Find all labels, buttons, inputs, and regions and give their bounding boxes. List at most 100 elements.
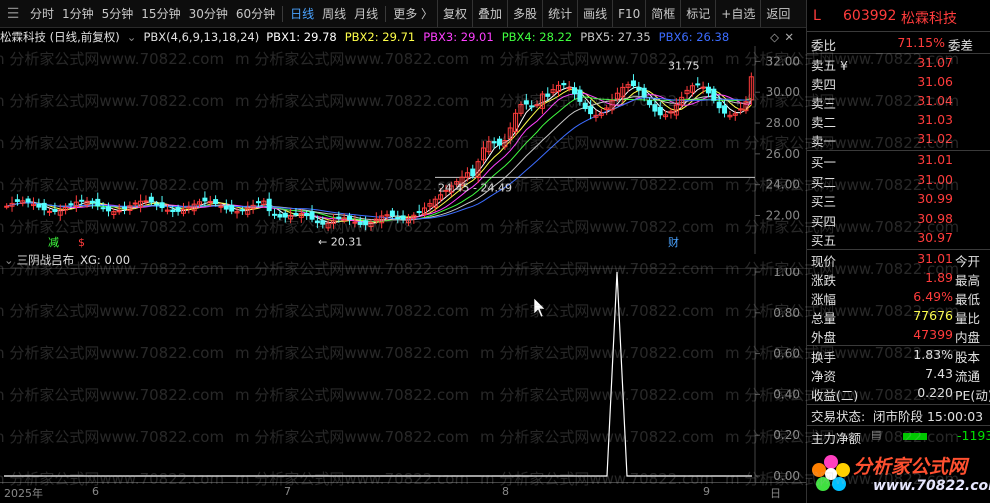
- candle-body: [695, 83, 701, 86]
- candle-body: [282, 212, 288, 218]
- candle-body: [68, 203, 74, 206]
- stock-title: 松霖科技 (日线,前复权): [0, 30, 120, 44]
- pbx-line-4: [6, 96, 752, 222]
- toolbar-item[interactable]: 统计: [542, 0, 577, 27]
- candlestick-chart[interactable]: 32.00 30.00 28.00 26.00 24.00 22.00 31.75 24.45…: [0, 46, 806, 254]
- toolbar-item[interactable]: 月线: [350, 0, 382, 27]
- buy-level-row: 买五 30.97: [811, 230, 953, 248]
- toolbar-item[interactable]: 30分钟: [185, 0, 232, 27]
- candle-body: [218, 205, 224, 208]
- signal-tick-label: 0.40: [773, 387, 800, 401]
- xaxis-label: 7: [284, 485, 291, 498]
- candle-body: [186, 206, 192, 209]
- finance-marker[interactable]: 财: [668, 235, 679, 249]
- candle-body: [347, 215, 353, 220]
- signal-tick-label: 1.00: [773, 268, 800, 279]
- candle-body: [95, 198, 101, 207]
- candle-body: [529, 105, 535, 108]
- period-label[interactable]: 日: [770, 485, 781, 501]
- quote-stat-row: 涨跌 1.89 最高: [811, 270, 981, 288]
- xaxis-label: 9: [703, 485, 710, 498]
- pbx-line-2: [6, 89, 752, 223]
- flower-logo-icon: [812, 455, 850, 491]
- indicator-info-bar: 松霖科技 (日线,前复权) ⌄ PBX(4,6,9,13,18,24) PBX1…: [0, 28, 806, 46]
- toolbar-item[interactable]: 叠加: [472, 0, 507, 27]
- toolbar-left-icon[interactable]: ☰: [0, 6, 26, 22]
- stock-header: L 603992 松霖科技: [807, 8, 990, 32]
- pbx-line-3: [6, 92, 752, 223]
- signal-tick-label: 0.20: [773, 428, 800, 442]
- candle-body: [470, 168, 476, 177]
- candle-body: [309, 211, 315, 220]
- indicator-name[interactable]: PBX(4,6,9,13,18,24): [143, 30, 259, 44]
- toolbar-item[interactable]: 15分钟: [137, 0, 184, 27]
- signal-chart[interactable]: 1.00 0.80 0.60 0.40 0.20 0.00: [0, 268, 806, 482]
- toolbar-item[interactable]: +自选: [715, 0, 760, 27]
- stock-chart-app: ☰ 分时 1分钟 5分钟 15分钟 30分钟 60分钟 日线 周线 月线 更多 〉复权 叠加 多股 统计…: [0, 0, 990, 503]
- quote-panel: L 603992 松霖科技 委比 71.15% 委差 卖五 ¥31.07 卖四 31…: [806, 0, 990, 503]
- indicator-dropdown-icon[interactable]: ⌄: [127, 30, 137, 44]
- sub-indicator-name[interactable]: 三阴战吕布: [17, 252, 75, 268]
- logo-text: 分析家公式网: [853, 456, 968, 478]
- candle-body: [213, 199, 219, 204]
- quote-stat-row: 总量 77676 量比: [811, 308, 981, 326]
- candle-body: [89, 200, 95, 204]
- signal-tick-label: 0.80: [773, 306, 800, 320]
- sell-level-row: 卖三 31.04: [811, 93, 953, 111]
- toolbar-item[interactable]: 复权: [437, 0, 472, 27]
- toolbar-item[interactable]: 多股: [507, 0, 542, 27]
- pbx-line-1: [6, 86, 752, 225]
- quote-stat-row: 现价 31.01 今开: [811, 251, 981, 269]
- candle-body: [239, 209, 245, 212]
- candle-body: [41, 202, 47, 211]
- trade-status-row: 交易状态: 闭市阶段 15:00:03: [811, 409, 984, 424]
- candle-body: [641, 87, 647, 98]
- xaxis-label: 2025年: [4, 487, 43, 500]
- candle-body: [491, 141, 497, 144]
- sub-dropdown-icon[interactable]: ⌄: [4, 253, 14, 267]
- sub-indicator-bar: ⌄ 三阴战吕布 XG: 0.00: [0, 252, 806, 268]
- candle-body: [497, 138, 503, 146]
- toolbar-item[interactable]: 5分钟: [98, 0, 138, 27]
- pbx-label-2: PBX2: 29.71: [344, 30, 416, 44]
- candle-body: [14, 199, 20, 202]
- toolbar-item[interactable]: 画线: [577, 0, 612, 27]
- flow-chart-icon[interactable]: ▤: [871, 428, 881, 441]
- candle-body: [572, 87, 578, 95]
- toolbar-item[interactable]: 日线: [286, 0, 318, 27]
- toolbar-item[interactable]: 60分钟: [232, 0, 279, 27]
- reduce-marker[interactable]: 减: [48, 236, 59, 249]
- buy-level-row: 买二 31.00: [811, 171, 953, 190]
- candle-body: [647, 100, 653, 106]
- toolbar-item[interactable]: F10: [612, 0, 645, 27]
- candle-body: [266, 198, 272, 212]
- close-icon[interactable]: ✕: [784, 30, 794, 44]
- candle-body: [175, 207, 181, 212]
- candle-body: [722, 105, 728, 114]
- candle-body: [229, 204, 235, 212]
- toolbar-item[interactable]: 更多 〉: [389, 0, 437, 27]
- toolbar-item[interactable]: 1分钟: [58, 0, 98, 27]
- dollar-marker[interactable]: $: [78, 236, 85, 249]
- collapse-icon[interactable]: ◇: [770, 30, 779, 44]
- flow-bar: [903, 433, 927, 440]
- toolbar-item[interactable]: 返回: [760, 0, 795, 27]
- candle-body: [100, 207, 106, 210]
- candle-body: [143, 200, 149, 203]
- toolbar-item[interactable]: 简框: [645, 0, 680, 27]
- candle-body: [154, 203, 160, 206]
- l-marker: L: [813, 8, 821, 24]
- candle-body: [105, 206, 111, 212]
- sell-level-row: 卖五 ¥31.07: [811, 55, 953, 73]
- candle-body: [588, 106, 594, 115]
- xaxis-label: 8: [502, 485, 509, 498]
- toolbar-item[interactable]: 分时: [26, 0, 58, 27]
- buy-level-row: 买四 30.98: [811, 210, 953, 229]
- candle-body: [561, 83, 567, 86]
- toolbar-item[interactable]: 标记: [680, 0, 715, 27]
- candle-body: [320, 220, 326, 225]
- sell-level-row: 卖二 31.03: [811, 112, 953, 130]
- toolbar-item[interactable]: 周线: [318, 0, 350, 27]
- pbx-label-5: PBX5: 27.35: [580, 30, 651, 44]
- site-logo: 分析家公式网 www.70822.com: [807, 450, 990, 500]
